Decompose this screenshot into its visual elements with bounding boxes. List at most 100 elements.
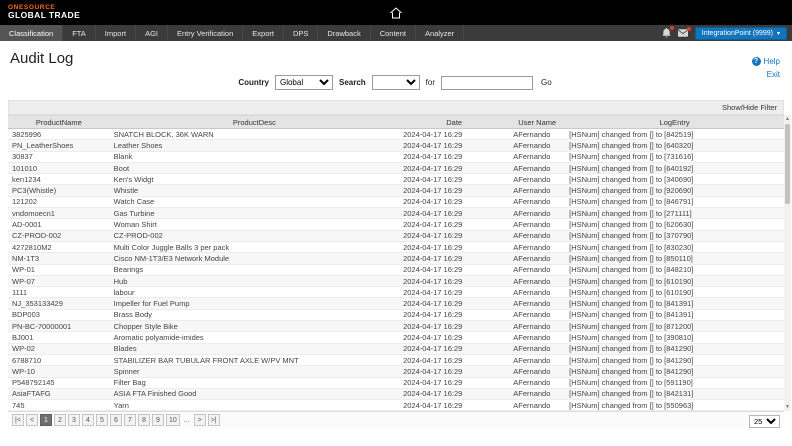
- search-field-select[interactable]: [372, 75, 420, 90]
- help-link[interactable]: ? Help: [752, 57, 780, 66]
- cell-product-name: 30837: [8, 151, 110, 162]
- page-button-7[interactable]: 7: [124, 414, 136, 426]
- cell-product-desc: Filter Bag: [110, 377, 399, 388]
- nav-tab-agi[interactable]: AGI: [136, 25, 168, 41]
- scroll-up-icon[interactable]: ▲: [784, 115, 791, 123]
- account-menu-button[interactable]: IntegrationPoint (9999) ▾: [695, 27, 787, 40]
- nav-tab-fta[interactable]: FTA: [63, 25, 96, 41]
- notifications-bell-icon[interactable]: [662, 28, 671, 38]
- nav-tab-export[interactable]: Export: [243, 25, 284, 41]
- page-size-select[interactable]: 25: [749, 415, 780, 428]
- cell-product-desc: Multi Color Juggle Balls 3 per pack: [110, 241, 399, 252]
- cell-date: 2024-04-17 16:29: [399, 140, 509, 151]
- table-row[interactable]: PN_LeatherShoesLeather Shoes2024-04-17 1…: [8, 140, 784, 151]
- page-button-5[interactable]: 5: [96, 414, 108, 426]
- table-row[interactable]: BJ001Aromatic polyamide-imides2024-04-17…: [8, 332, 784, 343]
- table-row[interactable]: AsiaFTAFGASIA FTA Finished Good2024-04-1…: [8, 388, 784, 399]
- nav-tab-drawback[interactable]: Drawback: [318, 25, 370, 41]
- cell-product-name: 6788710: [8, 354, 110, 365]
- show-hide-filter-link[interactable]: Show/Hide Filter: [722, 103, 777, 112]
- page-button-1[interactable]: 1: [40, 414, 52, 426]
- home-icon[interactable]: [390, 7, 403, 19]
- table-row[interactable]: WP-01Bearings2024-04-17 16:29AFernando[H…: [8, 264, 784, 275]
- cell-product-desc: Ken's Widgt: [110, 174, 399, 185]
- table-row[interactable]: CZ-PROD-002CZ-PROD-0022024-04-17 16:29AF…: [8, 230, 784, 241]
- cell-user-name: AFernando: [509, 275, 565, 286]
- cell-user-name: AFernando: [509, 366, 565, 377]
- cell-log-entry: [HSNum] changed from [] to [271111]: [565, 208, 784, 219]
- search-input[interactable]: [441, 76, 533, 90]
- cell-product-name: vndomoecn1: [8, 208, 110, 219]
- page-button-8[interactable]: 8: [138, 414, 150, 426]
- table-row[interactable]: 121202Watch Case2024-04-17 16:29AFernand…: [8, 196, 784, 207]
- table-row[interactable]: NM-1T3Cisco NM-1T3/E3 Network Module2024…: [8, 253, 784, 264]
- cell-log-entry: [HSNum] changed from [] to [340690]: [565, 174, 784, 185]
- column-header-product-name[interactable]: ProductName: [8, 116, 110, 129]
- cell-product-name: BJ001: [8, 332, 110, 343]
- cell-product-name: BDP003: [8, 309, 110, 320]
- nav-tab-entry-verification[interactable]: Entry Verification: [168, 25, 243, 41]
- table-row[interactable]: NJ_353133429Impeller for Fuel Pump2024-0…: [8, 298, 784, 309]
- page-button-2[interactable]: 2: [54, 414, 66, 426]
- nav-tab-content[interactable]: Content: [371, 25, 416, 41]
- cell-product-name: 3825996: [8, 129, 110, 140]
- column-header-product-desc[interactable]: ProductDesc: [110, 116, 399, 129]
- nav-tab-classification[interactable]: Classification: [0, 25, 63, 41]
- table-row[interactable]: 745Yarn2024-04-17 16:29AFernando[HSNum] …: [8, 400, 784, 411]
- table-row[interactable]: vndomoecn1Gas Turbine2024-04-17 16:29AFe…: [8, 208, 784, 219]
- next-page-button[interactable]: >: [194, 414, 206, 426]
- nav-tab-analyzer[interactable]: Analyzer: [416, 25, 464, 41]
- table-row[interactable]: 30837Blank2024-04-17 16:29AFernando[HSNu…: [8, 151, 784, 162]
- cell-product-name: PN-BC-70000001: [8, 321, 110, 332]
- go-button[interactable]: Go: [539, 78, 554, 87]
- last-page-button[interactable]: >|: [208, 414, 220, 426]
- more-pages-button[interactable]: ...: [182, 417, 192, 424]
- page-button-4[interactable]: 4: [82, 414, 94, 426]
- table-row[interactable]: P548792145Filter Bag2024-04-17 16:29AFer…: [8, 377, 784, 388]
- table-row[interactable]: WP-10Spinner2024-04-17 16:29AFernando[HS…: [8, 366, 784, 377]
- table-row[interactable]: ken1234Ken's Widgt2024-04-17 16:29AFerna…: [8, 174, 784, 185]
- cell-date: 2024-04-17 16:29: [399, 264, 509, 275]
- table-row[interactable]: 101010Boot2024-04-17 16:29AFernando[HSNu…: [8, 162, 784, 173]
- page-button-10[interactable]: 10: [166, 414, 180, 426]
- table-row[interactable]: WP-02Blades2024-04-17 16:29AFernando[HSN…: [8, 343, 784, 354]
- scrollbar-thumb[interactable]: [785, 124, 790, 204]
- column-header-user-name[interactable]: User Name: [509, 116, 565, 129]
- cell-user-name: AFernando: [509, 129, 565, 140]
- cell-date: 2024-04-17 16:29: [399, 219, 509, 230]
- cell-date: 2024-04-17 16:29: [399, 321, 509, 332]
- cell-log-entry: [HSNum] changed from [] to [841391]: [565, 309, 784, 320]
- prev-page-button[interactable]: <: [26, 414, 38, 426]
- cell-date: 2024-04-17 16:29: [399, 377, 509, 388]
- country-select[interactable]: Global: [275, 75, 333, 90]
- table-row[interactable]: 1111labour2024-04-17 16:29AFernando[HSNu…: [8, 287, 784, 298]
- table-row[interactable]: 6788710STABILIZER BAR TUBULAR FRONT AXLE…: [8, 354, 784, 365]
- cell-user-name: AFernando: [509, 162, 565, 173]
- table-row[interactable]: WP-07Hub2024-04-17 16:29AFernando[HSNum]…: [8, 275, 784, 286]
- cell-user-name: AFernando: [509, 332, 565, 343]
- page-button-3[interactable]: 3: [68, 414, 80, 426]
- column-header-log-entry[interactable]: LogEntry: [565, 116, 784, 129]
- messages-mail-icon[interactable]: [678, 29, 688, 37]
- table-row[interactable]: BDP003Brass Body2024-04-17 16:29AFernand…: [8, 309, 784, 320]
- table-row[interactable]: 3825996SNATCH BLOCK, 36K WARN2024-04-17 …: [8, 129, 784, 140]
- page-button-6[interactable]: 6: [110, 414, 122, 426]
- cell-log-entry: [HSNum] changed from [] to [370790]: [565, 230, 784, 241]
- table-row[interactable]: PC3(Whistle)Whistle2024-04-17 16:29AFern…: [8, 185, 784, 196]
- table-row[interactable]: 4272810M2Multi Color Juggle Balls 3 per …: [8, 241, 784, 252]
- cell-product-desc: Yarn: [110, 400, 399, 411]
- cell-log-entry: [HSNum] changed from [] to [841290]: [565, 343, 784, 354]
- first-page-button[interactable]: |<: [12, 414, 24, 426]
- cell-product-desc: Impeller for Fuel Pump: [110, 298, 399, 309]
- vertical-scrollbar[interactable]: ▲ ▼: [784, 115, 791, 411]
- table-row[interactable]: AD-0001Woman Shirt2024-04-17 16:29AFerna…: [8, 219, 784, 230]
- page-button-9[interactable]: 9: [152, 414, 164, 426]
- cell-product-name: WP-02: [8, 343, 110, 354]
- nav-tab-dps[interactable]: DPS: [284, 25, 318, 41]
- cell-log-entry: [HSNum] changed from [] to [841290]: [565, 366, 784, 377]
- scroll-down-icon[interactable]: ▼: [784, 403, 791, 411]
- exit-link[interactable]: Exit: [752, 70, 780, 79]
- column-header-date[interactable]: Date: [399, 116, 509, 129]
- nav-tab-import[interactable]: Import: [96, 25, 136, 41]
- table-row[interactable]: PN-BC-70000001Chopper Style Bike2024-04-…: [8, 321, 784, 332]
